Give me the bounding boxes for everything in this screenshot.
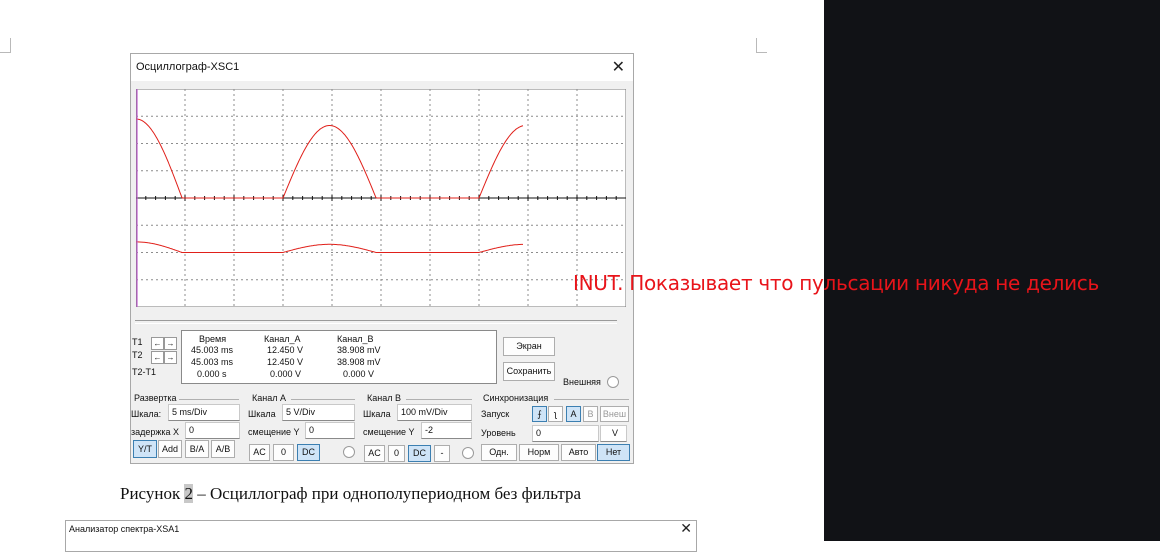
scroll-divider[interactable] [135,320,617,324]
channel-b-zero-button[interactable]: 0 [388,445,405,462]
page-corner-mark [756,38,767,53]
readout-t2-time: 45.003 ms [191,357,234,367]
trigger-source-b-button[interactable]: B [583,406,598,422]
timebase-group-line [179,399,239,400]
cursor-panel: T1 ← → T2 ← → T2-T1 [131,330,179,382]
channel-b-scale-label: Шкала [363,409,391,419]
channel-b-title: Канал B [367,393,401,403]
save-button[interactable]: Сохранить [503,362,555,381]
readout-t2-b: 38.908 mV [337,357,381,367]
readout-t1-time: 45.003 ms [191,345,234,355]
channel-b-ac-button[interactable]: AC [364,445,385,462]
trigger-source-ext-button[interactable]: Внеш [600,406,629,422]
rising-edge-icon[interactable]: ⨍ [532,406,547,422]
channel-a-scale-field[interactable]: 5 V/Div [282,404,355,421]
channel-b-invert-button[interactable]: - [434,445,450,462]
spectrum-analyzer-window[interactable]: Анализатор спектра-XSA1 ✕ [65,520,697,552]
trigger-group-line [554,399,629,400]
page-corner-mark [0,38,11,53]
timebase-title: Развертка [134,393,177,403]
controls-area: T1 ← → T2 ← → T2-T1 Время Канал_A Канал_… [131,312,633,463]
channel-a-zero-button[interactable]: 0 [273,444,294,461]
readout-delta-b: 0.000 V [343,369,375,379]
readout-header-channel-b: Канал_B [337,334,374,344]
oscilloscope-titlebar: Осциллограф-XSC1 ✕ [131,54,633,81]
cursor-t2-label: T2 [132,350,143,360]
close-icon[interactable]: ✕ [680,520,692,537]
oscilloscope-window[interactable]: Осциллограф-XSC1 ✕ T1 ← → T2 ← → T2-T1 В… [130,53,634,464]
close-icon[interactable]: ✕ [612,57,625,77]
t1-right-arrow-icon[interactable]: → [164,337,177,350]
cursor-t2t1-label: T2-T1 [132,367,157,377]
readout-delta-time: 0.000 s [197,369,227,379]
t2-left-arrow-icon[interactable]: ← [151,351,164,364]
cursor-readout: Время Канал_A Канал_B 45.003 ms 12.450 V… [181,330,497,384]
trigger-none-button[interactable]: Нет [597,444,630,461]
mode-ba-button[interactable]: B/A [185,440,209,458]
caption-prefix: Рисунок [120,484,185,503]
screen-button[interactable]: Экран [503,337,555,356]
channel-a-color-radio[interactable] [343,446,355,458]
timebase-xpos-field[interactable]: 0 [185,422,240,439]
readout-t1-b: 38.908 mV [337,345,381,355]
channel-b-scale-field[interactable]: 100 mV/Div [397,404,472,421]
trigger-level-unit[interactable]: V [600,425,627,442]
mode-ab-button[interactable]: A/B [211,440,235,458]
channel-b-dc-button[interactable]: DC [408,445,431,462]
channel-a-ypos-field[interactable]: 0 [305,422,355,439]
channel-b-group-line [406,399,472,400]
trigger-source-a-button[interactable]: A [566,406,581,422]
annotation-text: INUT. Показывает что пульсации никуда не… [573,271,1099,295]
timebase-xpos-label: задержка X [131,427,180,437]
caption-suffix: – Осциллограф при однополупериодном без … [192,484,582,503]
trigger-level-field[interactable]: 0 [532,425,599,442]
channel-b-color-radio[interactable] [462,447,474,459]
channel-a-ypos-label: смещение Y [248,427,300,437]
oscilloscope-title: Осциллограф-XSC1 [136,61,240,73]
cursor-t1-label: T1 [132,337,143,347]
oscilloscope-screen[interactable] [136,89,626,307]
channel-b-ypos-field[interactable]: -2 [421,422,472,439]
channel-b-ypos-label: смещение Y [363,427,415,437]
trigger-auto-button[interactable]: Авто [561,444,596,461]
channel-a-title: Канал A [252,393,286,403]
readout-header-channel-a: Канал_A [264,334,301,344]
falling-edge-icon[interactable]: ʅ [548,406,563,422]
readout-t1-a: 12.450 V [267,345,304,355]
readout-t2-a: 12.450 V [267,357,304,367]
trigger-single-button[interactable]: Одн. [481,444,517,461]
channel-a-scale-label: Шкала [248,409,276,419]
mode-add-button[interactable]: Add [158,440,182,458]
figure-caption: Рисунок 2 – Осциллограф при однополупери… [120,484,581,504]
trigger-normal-button[interactable]: Норм [519,444,559,461]
trigger-title: Синхронизация [483,393,549,403]
channel-a-ac-button[interactable]: AC [249,444,270,461]
readout-delta-a: 0.000 V [270,369,302,379]
t1-left-arrow-icon[interactable]: ← [151,337,164,350]
t2-right-arrow-icon[interactable]: → [164,351,177,364]
mode-yt-button[interactable]: Y/T [133,440,157,458]
channel-a-group-line [291,399,355,400]
timebase-scale-label: Шкала: [131,409,162,419]
channel-a-dc-button[interactable]: DC [297,444,320,461]
timebase-scale-field[interactable]: 5 ms/Div [168,404,240,421]
external-radio[interactable] [607,376,619,388]
spectrum-analyzer-title: Анализатор спектра-XSA1 [69,524,180,534]
readout-header-time: Время [199,334,227,344]
trigger-edge-label: Запуск [481,409,510,419]
external-label: Внешняя [563,377,601,387]
trigger-level-label: Уровень [481,428,516,438]
caption-number: 2 [184,484,193,503]
